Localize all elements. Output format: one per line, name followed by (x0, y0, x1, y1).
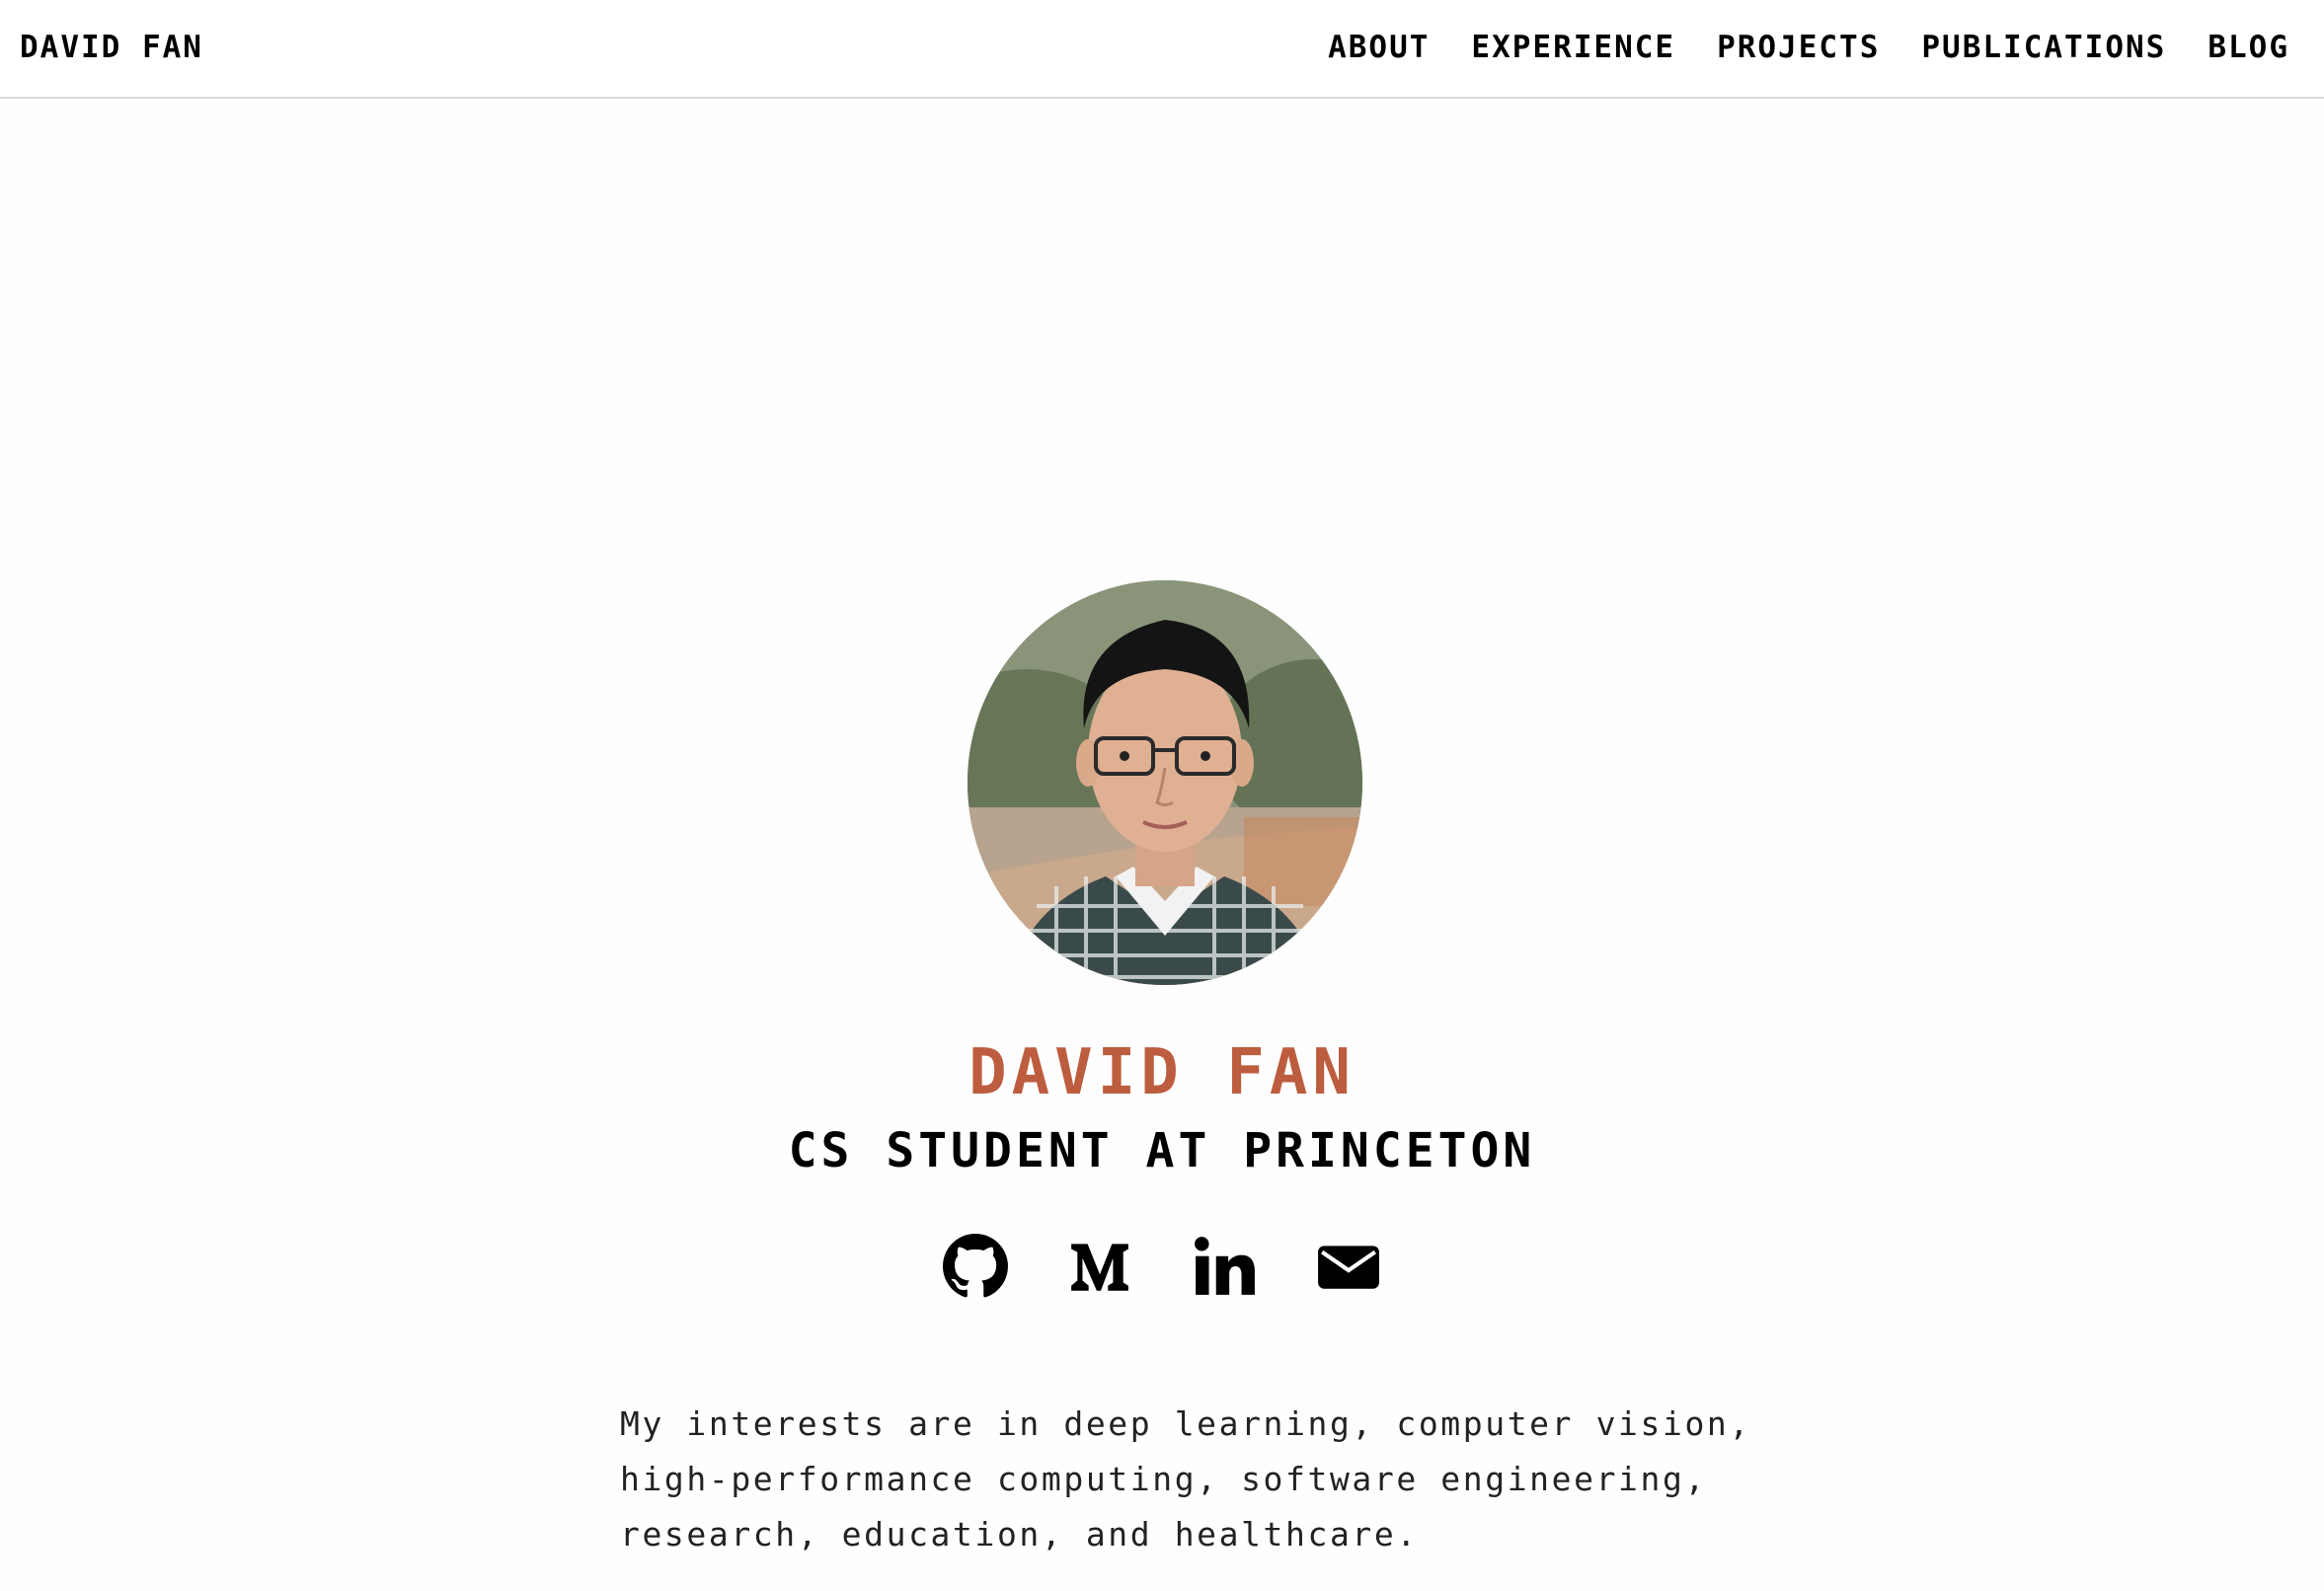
medium-link[interactable] (1067, 1234, 1132, 1299)
email-link[interactable] (1316, 1234, 1381, 1299)
nav-publications-link[interactable]: PUBLICATIONS (1921, 30, 2166, 65)
nav-blog-link[interactable]: BLOG (2208, 30, 2289, 65)
profile-photo-illustration (968, 580, 1362, 985)
nav-about-link[interactable]: ABOUT (1328, 30, 1430, 65)
nav-experience-link[interactable]: EXPERIENCE (1471, 30, 1675, 65)
email-icon (1318, 1246, 1379, 1289)
medium-icon (1071, 1244, 1128, 1291)
nav-links: ABOUT EXPERIENCE PROJECTS PUBLICATIONS B… (1328, 30, 2289, 65)
profile-photo (968, 580, 1362, 985)
hero-name: DAVID FAN (968, 1036, 1356, 1109)
github-icon (943, 1234, 1008, 1298)
linkedin-icon (1195, 1237, 1255, 1295)
bio-text: My interests are in deep learning, compu… (620, 1404, 1751, 1553)
top-navbar: DAVID FAN ABOUT EXPERIENCE PROJECTS PUBL… (0, 0, 2324, 99)
github-link[interactable] (943, 1234, 1008, 1299)
linkedin-link[interactable] (1192, 1234, 1257, 1299)
brand-link[interactable]: DAVID FAN (20, 30, 203, 65)
social-links (0, 1234, 2324, 1299)
hero-subtitle: CS STUDENT AT PRINCETON (788, 1123, 1536, 1178)
nav-projects-link[interactable]: PROJECTS (1717, 30, 1880, 65)
